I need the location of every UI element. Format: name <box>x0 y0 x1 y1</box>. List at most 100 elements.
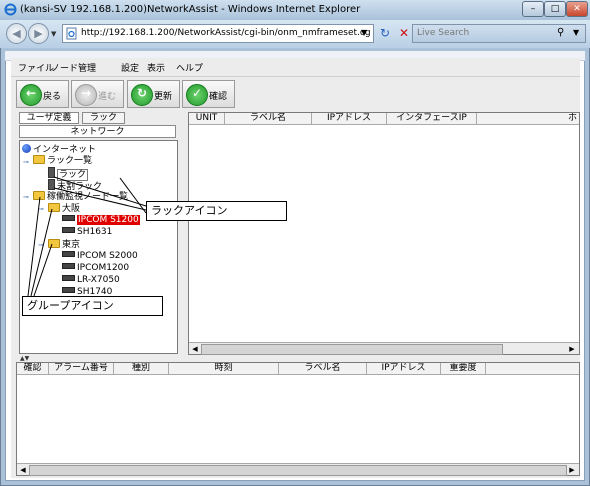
scroll-right-icon[interactable]: ▶ <box>567 465 577 475</box>
tree-item-label: インターネット <box>33 145 97 155</box>
menu-view[interactable]: 表示 <box>147 61 165 74</box>
alarm-table-header: 確認 アラーム番号 種別 時刻 ラベル名 IPアドレス 重要度 <box>17 363 579 375</box>
node-table-header: UNIT ラベル名 IPアドレス インタフェースIP ホ <box>189 113 579 125</box>
confirm-button[interactable]: ✓ 確認 <box>182 80 235 108</box>
column-header[interactable]: ラベル名 <box>225 113 312 125</box>
tree-item-node[interactable]: IPCOM S1200 <box>62 215 140 226</box>
address-bar[interactable]: http://192.168.1.200/NetworkAssist/cgi-b… <box>62 24 374 43</box>
tab-user-defined[interactable]: ユーザ定義 <box>19 112 79 124</box>
search-input[interactable]: Live Search <box>417 28 469 38</box>
column-header[interactable]: ホ <box>477 113 579 125</box>
search-icon[interactable]: ⚲ <box>557 27 564 38</box>
column-header[interactable]: 時刻 <box>169 363 279 375</box>
tree-item-label: IPCOM1200 <box>77 263 130 273</box>
left-panel: ユーザ定義 ラック ネットワーク インターネット ⊸ ラック一覧 ラック 未割ラ… <box>16 112 181 355</box>
history-dropdown-icon[interactable]: ▼ <box>51 30 56 38</box>
tab-network[interactable]: ネットワーク <box>19 125 176 138</box>
tree-item-label: IPCOM S1200 <box>77 215 140 225</box>
tree-item-rack-list[interactable]: ラック一覧 <box>33 155 92 166</box>
toolbar: ← 戻る → 進む ↻ 更新 ✓ 確認 <box>11 76 580 110</box>
globe-icon <box>22 144 31 153</box>
minimize-button[interactable]: – <box>522 1 544 17</box>
confirm-button-label: 確認 <box>209 92 228 102</box>
column-header[interactable]: IPアドレス <box>312 113 387 125</box>
column-header[interactable]: IPアドレス <box>367 363 441 375</box>
tree-item-node[interactable]: LR-X7050 <box>62 275 120 286</box>
tab-rack[interactable]: ラック <box>82 112 125 124</box>
close-button[interactable]: ✕ <box>566 1 588 17</box>
update-button-label: 更新 <box>154 92 173 102</box>
checkmark-icon: ✓ <box>186 84 208 106</box>
tree-item-rack[interactable]: ラック <box>48 167 89 181</box>
tree-item-tokyo[interactable]: 東京 <box>48 239 80 250</box>
address-text: http://192.168.1.200/NetworkAssist/cgi-b… <box>81 28 371 38</box>
search-box[interactable]: Live Search ⚲ ▼ <box>412 24 586 43</box>
tree-item-label: ラック一覧 <box>47 156 93 166</box>
refresh-icon[interactable]: ↻ <box>376 24 394 43</box>
maximize-button[interactable]: □ <box>544 1 566 17</box>
scrollbar-thumb[interactable] <box>201 344 503 355</box>
scroll-left-icon[interactable]: ◀ <box>18 465 28 475</box>
scroll-right-icon[interactable]: ▶ <box>567 344 577 354</box>
collapse-icon[interactable]: ⊸ <box>23 193 29 201</box>
tree-item-label: SH1631 <box>77 227 113 237</box>
forward-button[interactable]: → 進む <box>71 80 124 108</box>
tree-item-label: 東京 <box>62 240 81 250</box>
stop-icon[interactable]: ✕ <box>395 24 413 43</box>
horizontal-scrollbar[interactable]: ◀ ▶ <box>189 342 579 355</box>
search-dropdown-icon[interactable]: ▼ <box>573 28 579 37</box>
column-header[interactable]: インタフェースIP <box>387 113 477 125</box>
column-header[interactable]: 種別 <box>114 363 169 375</box>
callout-rack-icon: ラックアイコン <box>146 201 287 221</box>
back-arrow-icon: ← <box>20 84 42 106</box>
update-button[interactable]: ↻ 更新 <box>127 80 180 108</box>
menu-settings[interactable]: 設定 <box>121 61 139 74</box>
tree-item-node[interactable]: SH1631 <box>62 227 112 238</box>
forward-arrow-icon: → <box>75 84 97 106</box>
browser-forward-button[interactable]: ▶ <box>28 23 49 44</box>
tree-item-label: IPCOM S2000 <box>77 251 138 261</box>
menu-bar: ファイル ノード管理 設定 表示 ヘルプ <box>11 58 580 76</box>
collapse-icon[interactable]: ⊸ <box>38 205 44 213</box>
device-icon <box>62 263 75 269</box>
tree-item-internet[interactable]: インターネット <box>22 144 96 155</box>
tree-item-node[interactable]: IPCOM S2000 <box>62 251 138 262</box>
node-tree: インターネット ⊸ ラック一覧 ラック 未割ラック ⊸ 稼働監視ノード一覧 ⊸ … <box>19 140 178 354</box>
column-header[interactable]: UNIT <box>189 113 225 125</box>
browser-back-button[interactable]: ◀ <box>6 23 27 44</box>
back-button[interactable]: ← 戻る <box>16 80 69 108</box>
tree-item-monitored-nodes[interactable]: 稼働監視ノード一覧 <box>33 191 128 202</box>
folder-icon <box>33 155 45 164</box>
scrollbar-thumb[interactable] <box>29 465 567 476</box>
menu-file[interactable]: ファイル <box>18 61 54 74</box>
alarm-table: 確認 アラーム番号 種別 時刻 ラベル名 IPアドレス 重要度 ◀ ▶ <box>16 362 580 476</box>
scroll-left-icon[interactable]: ◀ <box>190 344 200 354</box>
horizontal-scrollbar[interactable]: ◀ ▶ <box>17 463 579 476</box>
tree-item-unplaced-rack[interactable]: 未割ラック <box>48 179 102 192</box>
column-header[interactable]: 確認 <box>17 363 49 375</box>
column-header[interactable]: 重要度 <box>441 363 486 375</box>
address-dropdown-icon[interactable]: ▼ <box>361 28 367 37</box>
page-icon <box>66 27 77 40</box>
folder-icon <box>48 239 60 248</box>
ie-logo-icon <box>4 3 17 16</box>
device-icon <box>62 227 75 233</box>
node-table: UNIT ラベル名 IPアドレス インタフェースIP ホ ◀ ▶ <box>188 112 580 355</box>
column-header[interactable]: ラベル名 <box>279 363 367 375</box>
window-title: (kansi-SV 192.168.1.200)NetworkAssist - … <box>20 4 361 15</box>
column-header[interactable]: アラーム番号 <box>49 363 114 375</box>
navigation-bar: ◀ ▶ ▼ http://192.168.1.200/NetworkAssist… <box>0 20 590 48</box>
folder-icon <box>33 191 45 200</box>
tree-item-node[interactable]: IPCOM1200 <box>62 263 129 274</box>
device-icon <box>62 287 75 293</box>
menu-node-management[interactable]: ノード管理 <box>51 61 96 74</box>
tree-item-label: 大阪 <box>62 204 81 214</box>
splitter-arrows-icon[interactable]: ▲▼ <box>20 355 29 362</box>
rack-icon <box>48 167 55 178</box>
collapse-icon[interactable]: ⊸ <box>38 241 44 249</box>
tree-item-osaka[interactable]: 大阪 <box>48 203 80 214</box>
horizontal-splitter[interactable] <box>16 355 580 361</box>
folder-icon <box>48 203 60 212</box>
collapse-icon[interactable]: ⊸ <box>23 158 29 166</box>
menu-help[interactable]: ヘルプ <box>176 61 203 74</box>
